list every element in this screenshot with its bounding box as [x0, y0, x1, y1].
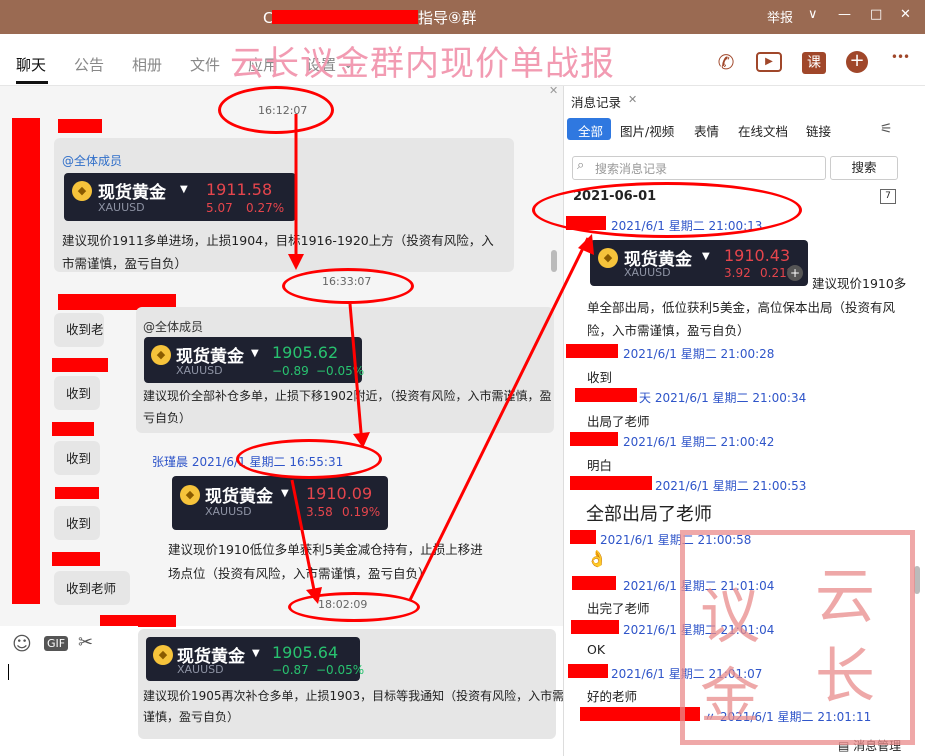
annotation-arrow [290, 479, 318, 601]
arrowhead [288, 254, 304, 270]
annotation-arrow [348, 303, 364, 445]
arrowhead [306, 587, 322, 604]
arrowhead [353, 432, 370, 448]
annotation-arrow [408, 237, 590, 601]
annotation-arrows [288, 114, 594, 604]
